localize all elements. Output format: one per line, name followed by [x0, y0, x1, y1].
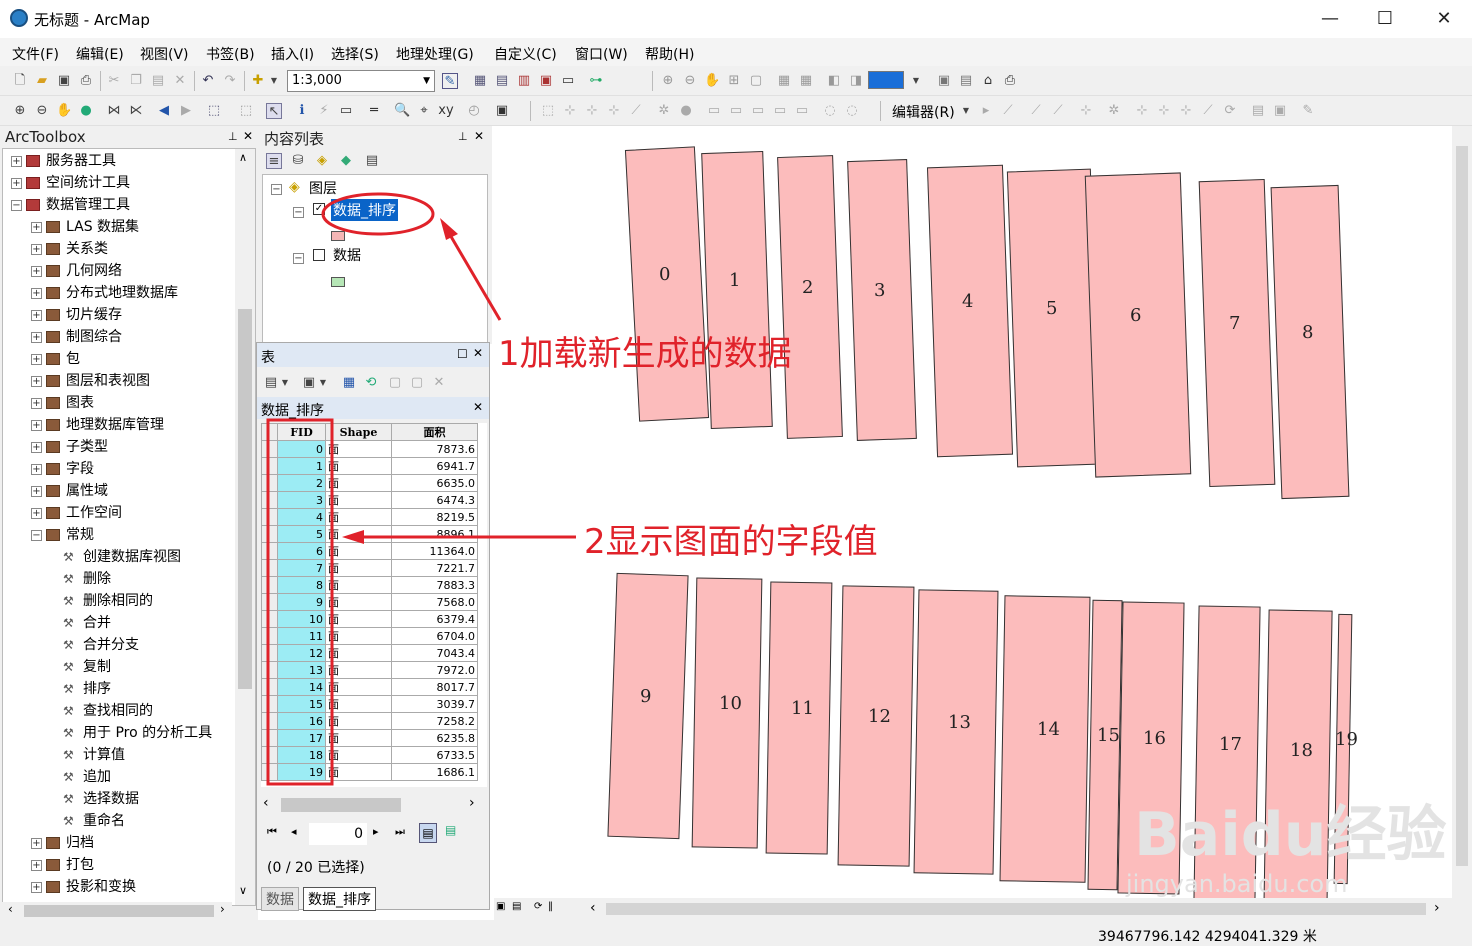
annotation-overlay	[266, 192, 576, 786]
annotation-1: 1加载新生成的数据	[498, 334, 792, 374]
highlight-ellipse	[321, 192, 435, 236]
arrowhead-1	[440, 218, 458, 240]
arrow-line-1	[444, 227, 502, 321]
annotation-2: 2显示图面的字段值	[584, 522, 878, 562]
highlight-fid-column	[266, 418, 334, 786]
coordinates: 39467796.142 4294041.329 米	[1098, 929, 1317, 945]
arrowhead-2	[342, 530, 364, 544]
status-bar: 39467796.142 4294041.329 米	[0, 920, 1472, 946]
